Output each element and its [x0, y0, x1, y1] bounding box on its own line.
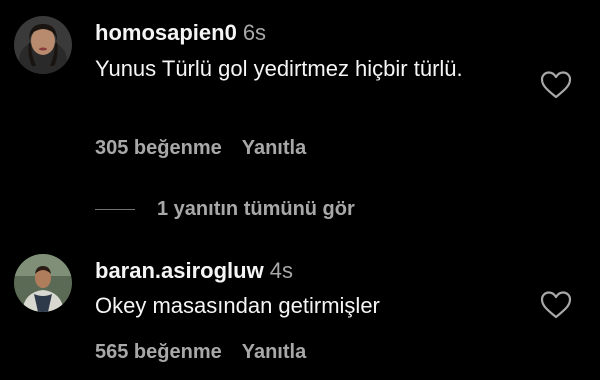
comment-text: Yunus Türlü gol yedirtmez hiçbir türlü.: [95, 56, 463, 81]
comment-time: 6s: [242, 20, 267, 45]
avatar[interactable]: [14, 254, 72, 312]
like-button[interactable]: [540, 290, 572, 320]
comment-text: Okey masasından getirmişler: [95, 293, 380, 318]
comment-header: baran.asirogluw 4s: [95, 258, 293, 284]
like-button[interactable]: [540, 70, 572, 100]
comment-header: homosapien0 6s: [95, 20, 266, 46]
avatar[interactable]: [14, 16, 72, 74]
reply-button[interactable]: Yanıtla: [242, 340, 306, 364]
avatar-man-icon: [14, 254, 72, 312]
comment-time: 4s: [269, 258, 293, 283]
avatar-woman-icon: [14, 16, 72, 74]
view-replies-button[interactable]: 1 yanıtın tümünü gör: [95, 196, 355, 222]
comment-actions: 565 beğenme Yanıtla: [95, 340, 306, 364]
username[interactable]: baran.asirogluw: [95, 258, 264, 283]
replies-divider: [95, 208, 135, 210]
reply-button[interactable]: Yanıtla: [242, 136, 306, 160]
username[interactable]: homosapien0: [95, 20, 237, 45]
comment-item: homosapien0 6s Yunus Türlü gol yedirtmez …: [0, 0, 600, 180]
view-replies-label: 1 yanıtın tümünü gör: [157, 197, 355, 220]
comment-item: baran.asirogluw 4s Okey masasından getirm…: [0, 240, 600, 380]
heart-icon: [540, 291, 572, 319]
like-count[interactable]: 565 beğenme: [95, 340, 222, 364]
heart-icon: [540, 71, 572, 99]
like-count[interactable]: 305 beğenme: [95, 136, 222, 160]
comment-actions: 305 beğenme Yanıtla: [95, 136, 306, 160]
